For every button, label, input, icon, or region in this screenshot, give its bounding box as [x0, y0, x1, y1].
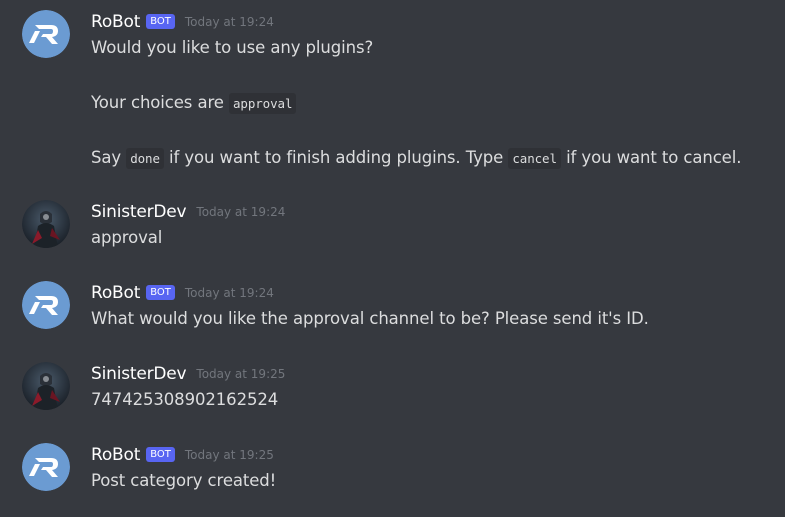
robot-logo-icon — [22, 443, 70, 491]
username[interactable]: RoBot — [91, 445, 140, 465]
timestamp: Today at 19:24 — [196, 205, 286, 219]
sinisterdev-avatar-icon — [22, 362, 70, 410]
timestamp: Today at 19:25 — [184, 448, 274, 462]
message-header: SinisterDev Today at 19:25 — [91, 362, 285, 386]
username[interactable]: RoBot — [91, 12, 140, 32]
message-content: What would you like the approval channel… — [91, 308, 649, 330]
inline-code: cancel — [508, 148, 561, 169]
message-header: SinisterDev Today at 19:24 — [91, 200, 285, 224]
bot-tag: BOT — [146, 284, 175, 300]
message-text: approval — [91, 228, 163, 247]
robot-logo-icon — [22, 281, 70, 329]
sinisterdev-avatar-icon — [22, 200, 70, 248]
bot-tag: BOT — [146, 13, 175, 29]
bot-avatar[interactable] — [22, 10, 70, 58]
message-line: Would you like to use any plugins? — [91, 37, 741, 59]
message-line: 747425308902162524 — [91, 389, 278, 411]
message-header: RoBot BOT Today at 19:24 — [91, 10, 274, 34]
inline-code: approval — [228, 93, 297, 114]
username[interactable]: SinisterDev — [91, 202, 187, 222]
bot-tag: BOT — [146, 446, 175, 462]
message-content: approval — [91, 227, 162, 249]
timestamp: Today at 19:24 — [184, 286, 274, 300]
message-text: Say — [91, 148, 127, 167]
timestamp: Today at 19:24 — [184, 15, 274, 29]
message-header: RoBot BOT Today at 19:24 — [91, 281, 274, 305]
user-avatar[interactable] — [22, 200, 70, 248]
message-content: Would you like to use any plugins? Your … — [91, 37, 741, 169]
message-content: Post category created! — [91, 470, 276, 492]
message-header: RoBot BOT Today at 19:25 — [91, 443, 274, 467]
message-line: What would you like the approval channel… — [91, 308, 649, 330]
user-avatar[interactable] — [22, 362, 70, 410]
message-text: Would you like to use any plugins? — [91, 38, 374, 57]
message-content: 747425308902162524 — [91, 389, 278, 411]
bot-avatar[interactable] — [22, 281, 70, 329]
username[interactable]: SinisterDev — [91, 364, 187, 384]
timestamp: Today at 19:25 — [196, 367, 286, 381]
username[interactable]: RoBot — [91, 283, 140, 303]
message-text: 747425308902162524 — [91, 390, 279, 409]
message-line: Your choices are approval — [91, 92, 741, 114]
message-line: approval — [91, 227, 162, 249]
message-text: if you want to finish adding plugins. Ty… — [163, 148, 509, 167]
message-text: What would you like the approval channel… — [91, 309, 649, 328]
message-line: Say done if you want to finish adding pl… — [91, 147, 741, 169]
inline-code: done — [126, 148, 164, 169]
message-text: Your choices are — [91, 93, 229, 112]
message-line: Post category created! — [91, 470, 276, 492]
message-text: Post category created! — [91, 471, 277, 490]
robot-logo-icon — [22, 10, 70, 58]
message-text: if you want to cancel. — [560, 148, 742, 167]
bot-avatar[interactable] — [22, 443, 70, 491]
